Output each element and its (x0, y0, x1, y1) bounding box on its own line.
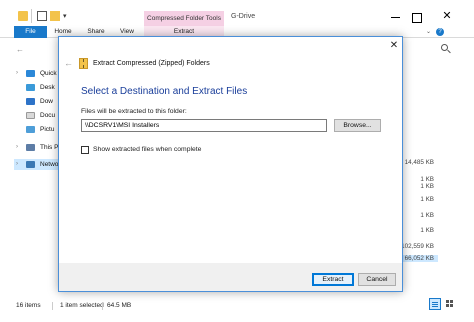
close-window-button[interactable]: ✕ (436, 9, 458, 24)
nav-item-downloads[interactable]: Dow (14, 96, 58, 107)
nav-item-label: Desk (40, 84, 55, 91)
file-size-cell-selected[interactable]: 66,052 KB (400, 255, 438, 262)
window-title: G-Drive (231, 13, 256, 20)
back-arrow-icon[interactable]: ← (16, 45, 24, 54)
nav-item-label: Pictu (40, 126, 55, 133)
contextual-tab-group-title: Compressed Folder Tools (144, 11, 224, 26)
nav-item-label: Dow (40, 98, 54, 105)
file-size-cell: 1 KB (420, 176, 434, 183)
selection-size: 64.5 MB (107, 302, 132, 309)
nav-item-label: Netwo (40, 161, 59, 168)
nav-item-label: Docu (40, 112, 56, 119)
maximize-button[interactable] (406, 10, 426, 24)
customize-toolbar-chevron-icon[interactable]: ▾ (63, 12, 67, 20)
title-bar: ▾ Compressed Folder Tools G-Drive ✕ (0, 0, 474, 26)
status-separator (52, 302, 53, 310)
show-extracted-files-checkbox[interactable] (81, 146, 89, 154)
selection-count: 1 item selected (60, 302, 104, 309)
nav-item-documents[interactable]: Docu (14, 110, 58, 121)
file-size-cell: 1 KB (420, 196, 434, 203)
computer-icon (26, 144, 35, 151)
nav-item-label: This P (40, 144, 59, 151)
dialog-title: Extract Compressed (Zipped) Folders (93, 60, 210, 67)
nav-item-this-pc[interactable]: › This P (14, 142, 58, 153)
destination-label: Files will be extracted to this folder: (81, 108, 187, 115)
file-size-cell: 1 KB (420, 183, 434, 190)
star-icon (26, 70, 35, 77)
show-extracted-files-label[interactable]: Show extracted files when complete (93, 146, 201, 153)
extract-button[interactable]: Extract (312, 273, 354, 286)
file-size-cell: 102,559 KB (401, 243, 434, 250)
nav-item-network[interactable]: › Netwo (14, 159, 58, 170)
browse-button[interactable]: Browse... (334, 119, 381, 132)
folder-icon[interactable] (18, 11, 28, 21)
network-icon (26, 161, 35, 168)
expand-ribbon-chevron-icon[interactable]: ⌄ (426, 28, 431, 35)
tab-file[interactable]: File (14, 26, 47, 38)
dialog-content: ✕ ← Extract Compressed (Zipped) Folders … (59, 37, 402, 263)
destination-path-input[interactable] (81, 119, 327, 132)
file-size-cell: 1 KB (420, 212, 434, 219)
close-dialog-button[interactable]: ✕ (387, 39, 401, 53)
search-icon[interactable] (441, 44, 448, 51)
pictures-icon (26, 126, 35, 133)
file-size-cell: 14,485 KB (404, 159, 434, 166)
nav-item-desktop[interactable]: Desk (14, 82, 58, 93)
downloads-icon (26, 98, 35, 105)
properties-icon[interactable] (37, 11, 47, 21)
status-separator (102, 302, 103, 310)
nav-item-quick-access[interactable]: › Quick (14, 68, 58, 79)
nav-item-pictures[interactable]: Pictu (14, 124, 58, 135)
zip-folder-icon (79, 58, 88, 69)
expand-arrow-icon[interactable]: › (16, 161, 18, 167)
toolbar-separator (31, 9, 32, 23)
expand-arrow-icon[interactable]: › (16, 70, 18, 76)
minimize-button[interactable] (386, 10, 406, 24)
back-arrow-icon[interactable]: ← (64, 58, 73, 68)
dialog-heading: Select a Destination and Extract Files (81, 86, 248, 97)
cancel-button[interactable]: Cancel (358, 273, 396, 286)
item-count: 16 items (16, 302, 41, 309)
extract-dialog: ✕ ← Extract Compressed (Zipped) Folders … (58, 36, 403, 292)
details-view-icon[interactable] (429, 298, 441, 310)
status-bar: 16 items 1 item selected 64.5 MB (0, 296, 474, 322)
navigation-pane: › Quick Desk Dow Docu Pictu › This P › N… (14, 62, 58, 292)
documents-icon (26, 112, 35, 119)
expand-arrow-icon[interactable]: › (16, 144, 18, 150)
nav-item-label: Quick (40, 70, 57, 77)
new-folder-icon[interactable] (50, 11, 60, 21)
file-size-cell: 1 KB (420, 227, 434, 234)
help-icon[interactable]: ? (436, 28, 444, 36)
large-icons-view-icon[interactable] (444, 298, 456, 310)
desktop-icon (26, 84, 35, 91)
